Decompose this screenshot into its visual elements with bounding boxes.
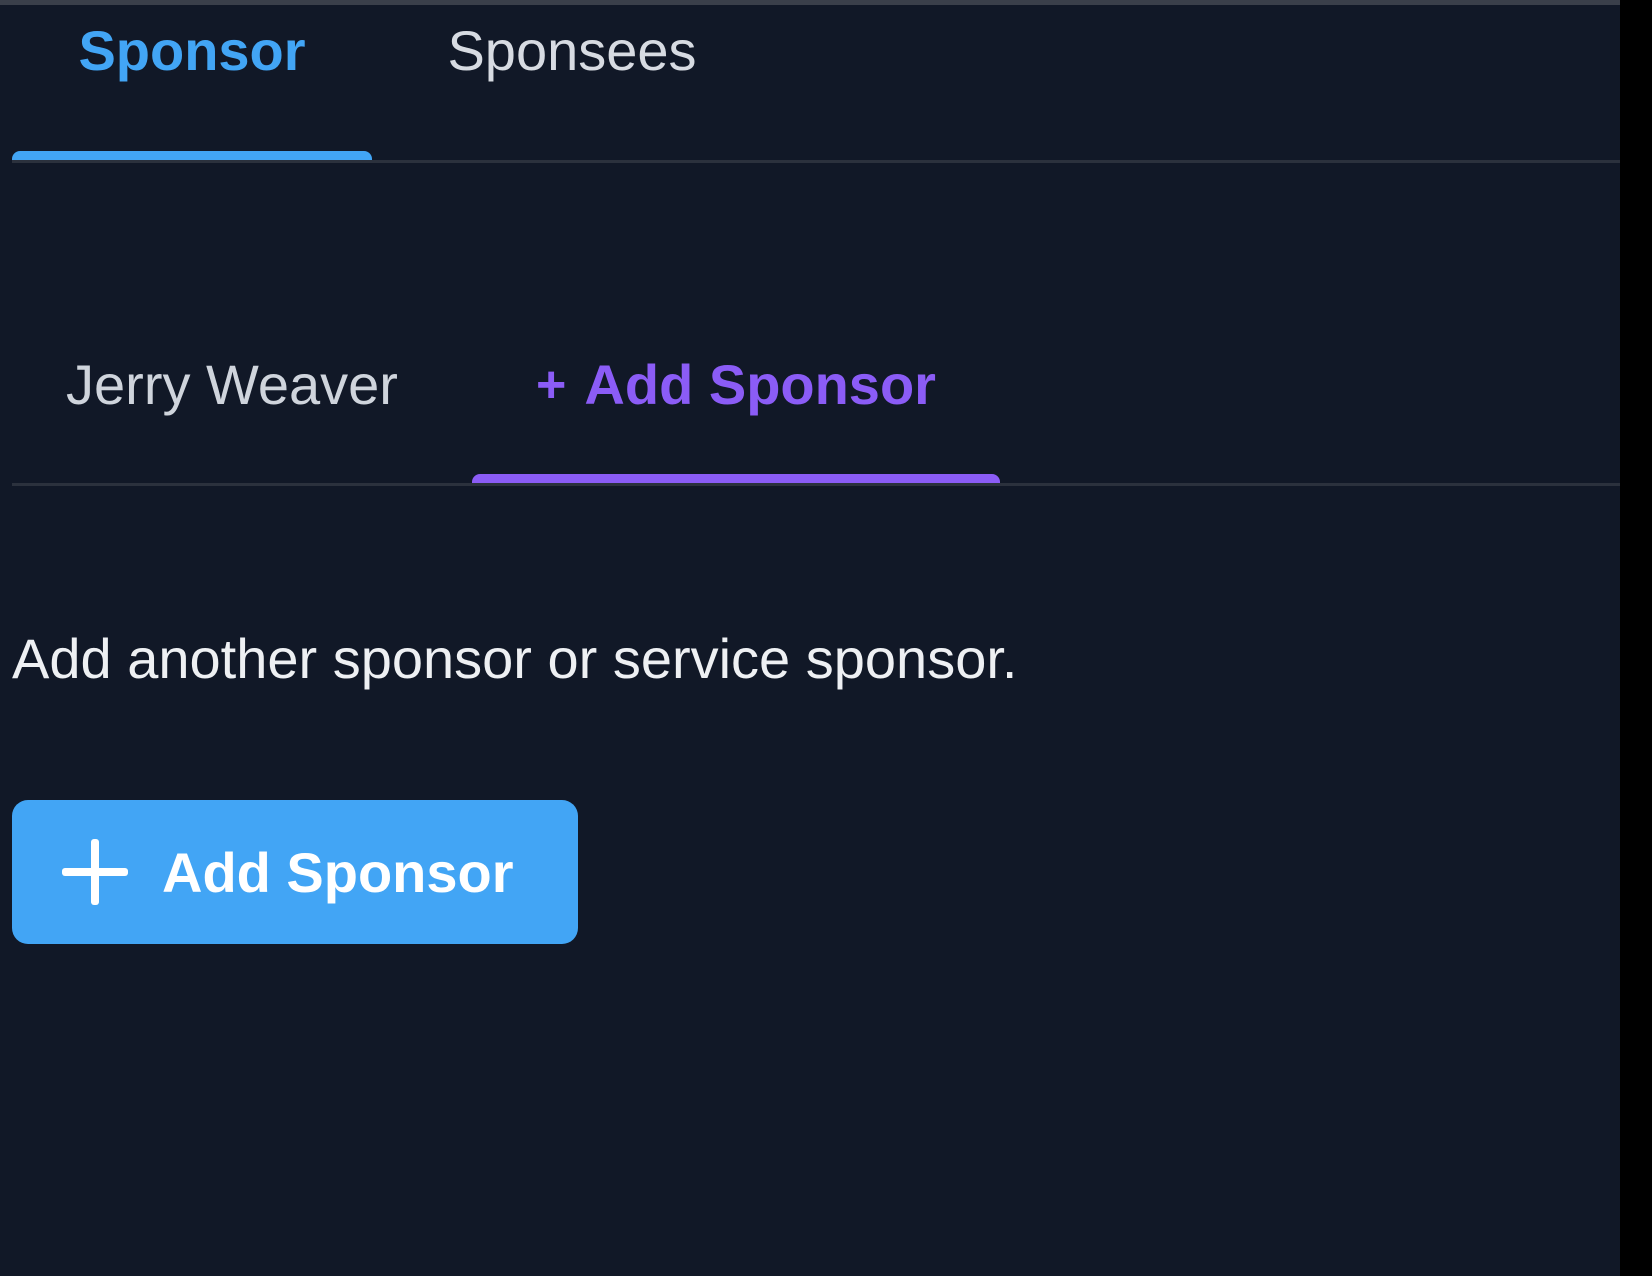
plus-icon (62, 839, 128, 905)
plus-icon: + (536, 355, 567, 414)
tab-sponsor[interactable]: Sponsor (12, 0, 372, 163)
tab-jerry-weaver[interactable]: Jerry Weaver (52, 323, 412, 486)
tab-add-sponsor-label: Add Sponsor (584, 353, 936, 416)
sponsor-tab-bar: Jerry Weaver + Add Sponsor (12, 323, 1620, 486)
tab-sponsor-label: Sponsor (78, 19, 306, 82)
primary-tab-bar: Sponsor Sponsees (12, 0, 1620, 163)
tab-sponsees[interactable]: Sponsees (412, 0, 732, 163)
add-sponsor-button[interactable]: Add Sponsor (12, 800, 578, 944)
tab-add-sponsor[interactable]: + Add Sponsor (472, 323, 1000, 486)
tab-bar-divider (12, 160, 1620, 163)
tab-bar-divider (12, 483, 1620, 486)
tab-sponsees-label: Sponsees (447, 19, 697, 82)
tab-jerry-weaver-label: Jerry Weaver (66, 353, 398, 416)
add-sponsor-description: Add another sponsor or service sponsor. (12, 627, 1018, 690)
sponsor-panel: Sponsor Sponsees Jerry Weaver + Add Spon… (0, 0, 1620, 1276)
add-sponsor-button-label: Add Sponsor (162, 840, 514, 904)
